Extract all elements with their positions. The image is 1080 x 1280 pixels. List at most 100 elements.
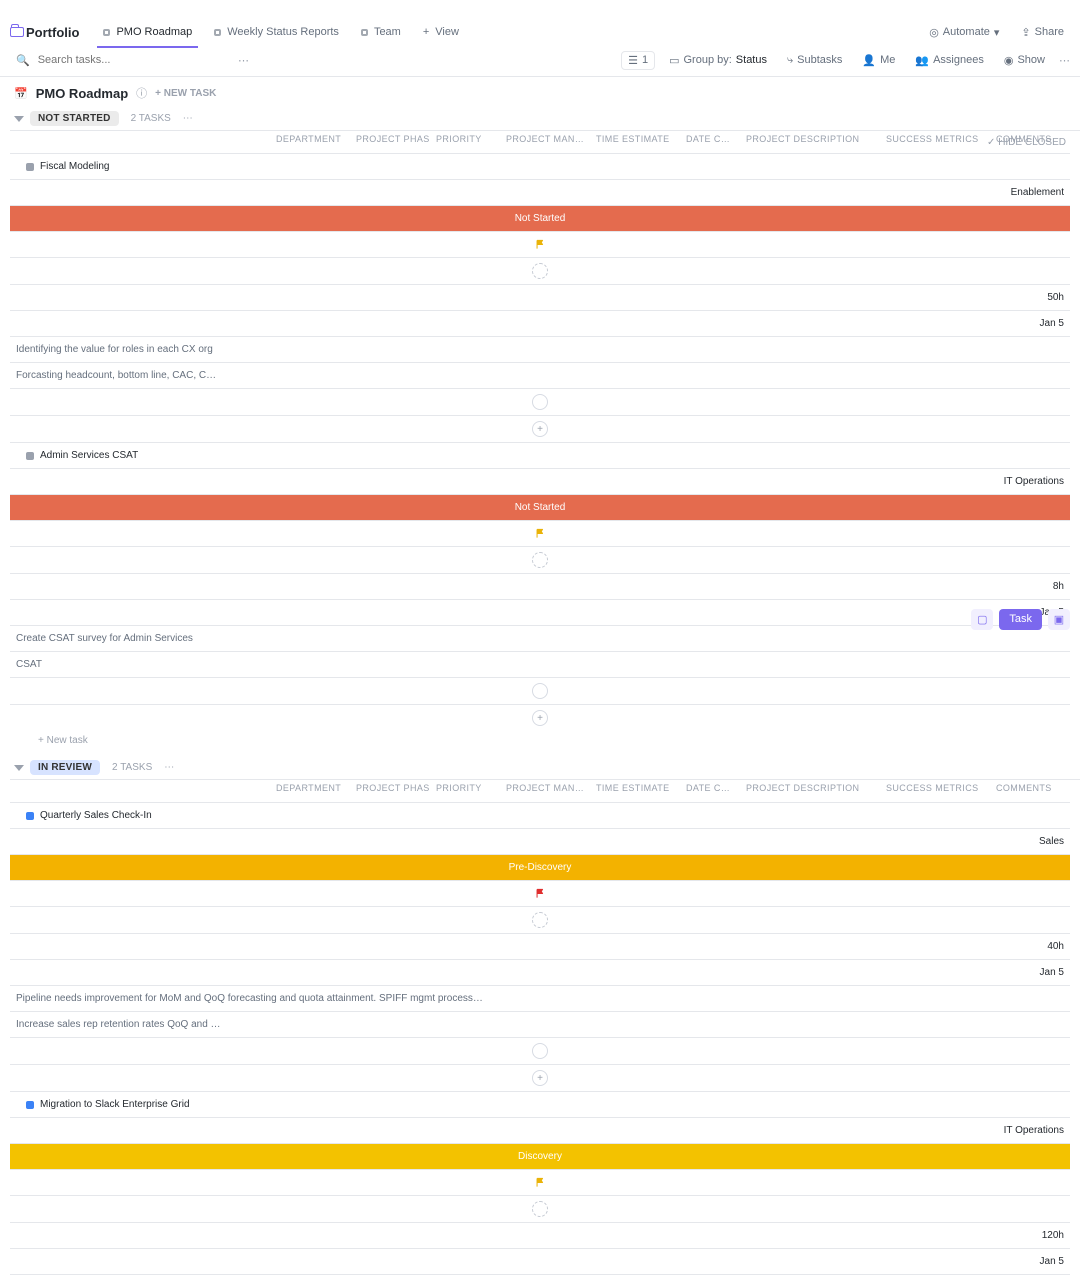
dept-cell[interactable]: IT Operations xyxy=(10,1117,1070,1143)
comment-icon[interactable] xyxy=(532,394,548,410)
col-header[interactable]: SUCCESS METRICS xyxy=(880,779,990,802)
more-icon[interactable]: ⋯ xyxy=(238,54,249,67)
footer-quick-2[interactable]: ▣ xyxy=(1048,609,1070,630)
flag-icon[interactable] xyxy=(535,888,546,899)
group-more-icon[interactable]: ⋯ xyxy=(164,762,174,773)
row-more[interactable]: + xyxy=(10,415,1070,442)
col-header[interactable]: PROJECT DESCRIPTION xyxy=(740,130,880,153)
comments-cell[interactable] xyxy=(10,1037,1070,1064)
desc-cell[interactable]: Pipeline needs improvement for MoM and Q… xyxy=(10,985,1070,1011)
subtasks-button[interactable]: ⤷ Subtasks xyxy=(781,52,848,69)
groupby-button[interactable]: ▭ Group by: Status xyxy=(663,52,773,69)
avatar-placeholder-icon[interactable] xyxy=(532,552,548,568)
search-box[interactable]: 🔍 xyxy=(10,50,230,70)
group-header[interactable]: NOT STARTED 2 TASKS ⋯ xyxy=(10,109,1070,130)
manager-cell[interactable] xyxy=(10,1195,1070,1222)
col-header[interactable]: PROJECT DESCRIPTION xyxy=(740,779,880,802)
new-task-chip[interactable]: + NEW TASK xyxy=(155,88,216,99)
col-header[interactable]: DATE CREATED xyxy=(680,130,740,153)
priority-cell[interactable] xyxy=(10,231,1070,257)
automate-button[interactable]: ◎ Automate ▾ xyxy=(923,24,1005,41)
group-header[interactable]: IN REVIEW 2 TASKS ⋯ xyxy=(10,758,1070,779)
metrics-cell[interactable]: CSAT xyxy=(10,651,1070,677)
col-header[interactable]: PROJECT PHASE▾ xyxy=(350,779,430,802)
flag-icon[interactable] xyxy=(535,239,546,250)
time-cell[interactable]: 120h xyxy=(10,1222,1070,1248)
col-header[interactable]: COMMENTS xyxy=(990,779,1080,802)
priority-cell[interactable] xyxy=(10,880,1070,906)
row-more[interactable]: + xyxy=(10,1064,1070,1091)
desc-cell[interactable]: Provide best-in-class enterprise messagi… xyxy=(10,1274,1070,1280)
task-name-cell[interactable]: Migration to Slack Enterprise Grid xyxy=(10,1091,1070,1117)
time-cell[interactable]: 50h xyxy=(10,284,1070,310)
avatar-placeholder-icon[interactable] xyxy=(532,1201,548,1217)
new-task-row[interactable]: + New task xyxy=(10,731,1070,752)
desc-cell[interactable]: Create CSAT survey for Admin Services xyxy=(10,625,1070,651)
priority-cell[interactable] xyxy=(10,1169,1070,1195)
time-cell[interactable]: 40h xyxy=(10,933,1070,959)
priority-cell[interactable] xyxy=(10,520,1070,546)
tab-add-view[interactable]: + View xyxy=(413,22,469,42)
caret-icon[interactable] xyxy=(14,765,24,771)
date-cell[interactable]: Jan 5 xyxy=(10,1248,1070,1274)
phase-cell[interactable]: Pre-Discovery xyxy=(10,854,1070,880)
phase-cell[interactable]: Not Started xyxy=(10,205,1070,231)
flag-icon[interactable] xyxy=(535,1177,546,1188)
col-header[interactable]: PROJECT MANAGER xyxy=(500,130,590,153)
col-header[interactable]: DATE CREATED xyxy=(680,779,740,802)
phase-cell[interactable]: Discovery xyxy=(10,1143,1070,1169)
tab-weekly[interactable]: Weekly Status Reports xyxy=(204,22,349,42)
more-icon[interactable]: ⋯ xyxy=(1059,54,1070,67)
hide-closed-toggle[interactable]: ✓ HIDE CLOSED xyxy=(987,137,1066,148)
time-cell[interactable]: 8h xyxy=(10,573,1070,599)
comments-cell[interactable] xyxy=(10,677,1070,704)
task-name-cell[interactable]: Fiscal Modeling xyxy=(10,153,1070,179)
col-header[interactable]: PROJECT MANAGER xyxy=(500,779,590,802)
phase-cell[interactable]: Not Started xyxy=(10,494,1070,520)
col-header[interactable]: TIME ESTIMATE xyxy=(590,130,680,153)
info-icon[interactable]: ⓘ xyxy=(136,85,147,101)
group-more-icon[interactable]: ⋯ xyxy=(183,113,193,124)
footer-task-button[interactable]: Task xyxy=(999,609,1042,630)
date-cell[interactable]: Jan 5 xyxy=(10,310,1070,336)
comment-icon[interactable] xyxy=(532,683,548,699)
status-pill[interactable]: IN REVIEW xyxy=(30,760,100,775)
col-header[interactable]: PROJECT PHASE▾ xyxy=(350,130,430,153)
status-pill[interactable]: NOT STARTED xyxy=(30,111,119,126)
col-header[interactable] xyxy=(10,779,270,802)
comments-cell[interactable] xyxy=(10,388,1070,415)
search-input[interactable] xyxy=(36,53,224,67)
col-header[interactable] xyxy=(10,130,270,153)
avatar-placeholder-icon[interactable] xyxy=(532,912,548,928)
metrics-cell[interactable]: Increase sales rep retention rates QoQ a… xyxy=(10,1011,1070,1037)
col-header[interactable]: DEPARTMENT xyxy=(270,779,350,802)
metrics-cell[interactable]: Forcasting headcount, bottom line, CAC, … xyxy=(10,362,1070,388)
manager-cell[interactable] xyxy=(10,906,1070,933)
flag-icon[interactable] xyxy=(535,528,546,539)
col-header[interactable]: DEPARTMENT xyxy=(270,130,350,153)
filter-button[interactable]: ☰ 1 xyxy=(621,51,655,70)
assignees-button[interactable]: 👥 Assignees xyxy=(909,52,989,69)
dept-cell[interactable]: Sales xyxy=(10,828,1070,854)
tab-team[interactable]: Team xyxy=(351,22,411,42)
date-cell[interactable]: Jan 5 xyxy=(10,599,1070,625)
task-name-cell[interactable]: Admin Services CSAT xyxy=(10,442,1070,468)
manager-cell[interactable] xyxy=(10,257,1070,284)
dept-cell[interactable]: IT Operations xyxy=(10,468,1070,494)
desc-cell[interactable]: Identifying the value for roles in each … xyxy=(10,336,1070,362)
comment-icon[interactable] xyxy=(532,1043,548,1059)
col-header[interactable]: SUCCESS METRICS xyxy=(880,130,990,153)
dept-cell[interactable]: Enablement xyxy=(10,179,1070,205)
footer-quick-1[interactable]: ▢ xyxy=(971,609,993,630)
date-cell[interactable]: Jan 5 xyxy=(10,959,1070,985)
avatar-placeholder-icon[interactable] xyxy=(532,263,548,279)
share-button[interactable]: ⇪ Share xyxy=(1015,24,1070,41)
col-header[interactable]: PRIORITY xyxy=(430,130,500,153)
tab-pmo[interactable]: PMO Roadmap xyxy=(93,22,202,42)
col-header[interactable]: TIME ESTIMATE xyxy=(590,779,680,802)
col-header[interactable]: PRIORITY xyxy=(430,779,500,802)
show-button[interactable]: ◉ Show xyxy=(998,52,1051,69)
task-name-cell[interactable]: Quarterly Sales Check-In xyxy=(10,802,1070,828)
manager-cell[interactable] xyxy=(10,546,1070,573)
caret-icon[interactable] xyxy=(14,116,24,122)
